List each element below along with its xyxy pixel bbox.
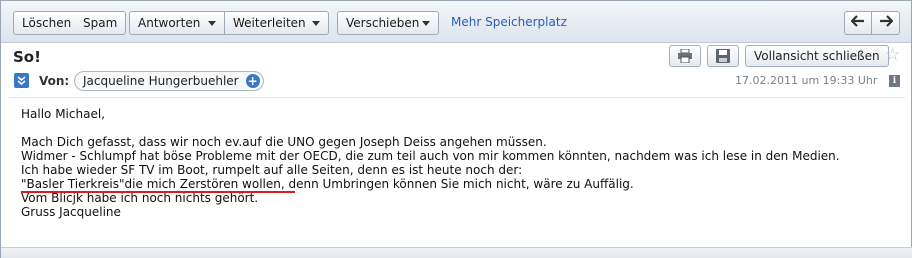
move-button[interactable]: Verschieben	[337, 11, 439, 35]
body-line: Ich habe wieder SF TV im Boot, rumpelt a…	[21, 163, 523, 177]
message-date: 17.02.2011 um 19:33 Uhr	[735, 74, 878, 87]
floppy-disk-icon[interactable]	[707, 45, 739, 67]
printer-icon-graphic	[678, 49, 692, 63]
sender-name: Jacqueline Hungerbuehler	[83, 74, 239, 88]
move-label: Verschieben	[346, 16, 420, 30]
spam-button[interactable]: Spam	[75, 11, 127, 35]
from-label: Von:	[39, 74, 70, 88]
arrow-left-icon-graphic	[850, 15, 864, 27]
delete-button[interactable]: Löschen	[13, 11, 81, 35]
email-window: Löschen Spam Antworten Weiterleiten Vers…	[0, 0, 912, 258]
body-line: Vom Blicjk habe ich noch nichts gehört.	[21, 191, 259, 205]
info-icon[interactable]: i	[889, 75, 900, 87]
toolbar: Löschen Spam Antworten Weiterleiten Vers…	[1, 1, 911, 43]
arrow-right-icon[interactable]	[872, 11, 900, 35]
message-subject: So!	[13, 48, 41, 66]
body-line: Widmer - Schlumpf hat böse Probleme mit …	[21, 149, 840, 163]
body-line: "Basler Tierkreis"die mich Zerstören wol…	[21, 177, 634, 191]
chevron-down-icon[interactable]	[208, 21, 216, 26]
chevron-down-icon	[17, 76, 26, 85]
forward-button[interactable]: Weiterleiten	[225, 11, 329, 35]
sender-chip[interactable]: Jacqueline Hungerbuehler +	[74, 71, 264, 91]
body-line: Mach Dich gefasst, dass wir noch ev.auf …	[21, 135, 547, 149]
message-body: Hallo Michael, Mach Dich gefasst, dass w…	[21, 107, 840, 219]
printer-icon[interactable]	[669, 45, 701, 67]
close-fullview-button[interactable]: Vollansicht schließen	[745, 45, 889, 67]
bottom-bar	[1, 247, 912, 258]
expand-header-icon[interactable]	[14, 73, 29, 88]
chevron-down-icon[interactable]	[422, 21, 430, 26]
floppy-disk-icon-graphic	[716, 49, 730, 63]
star-icon[interactable]: ☆	[885, 45, 900, 65]
forward-label: Weiterleiten	[233, 16, 306, 30]
body-greeting: Hallo Michael,	[21, 107, 105, 121]
arrow-left-icon[interactable]	[844, 11, 872, 35]
reply-label: Antworten	[138, 16, 201, 30]
body-line: Gruss Jacqueline	[21, 205, 121, 219]
reply-button[interactable]: Antworten	[129, 11, 225, 35]
chevron-down-icon[interactable]	[312, 21, 320, 26]
red-underline-annotation	[21, 191, 295, 193]
more-storage-link[interactable]: Mehr Speicherplatz	[451, 15, 567, 29]
add-contact-icon[interactable]: +	[245, 74, 260, 88]
arrow-right-icon-graphic	[879, 15, 894, 27]
header-divider	[9, 97, 905, 98]
